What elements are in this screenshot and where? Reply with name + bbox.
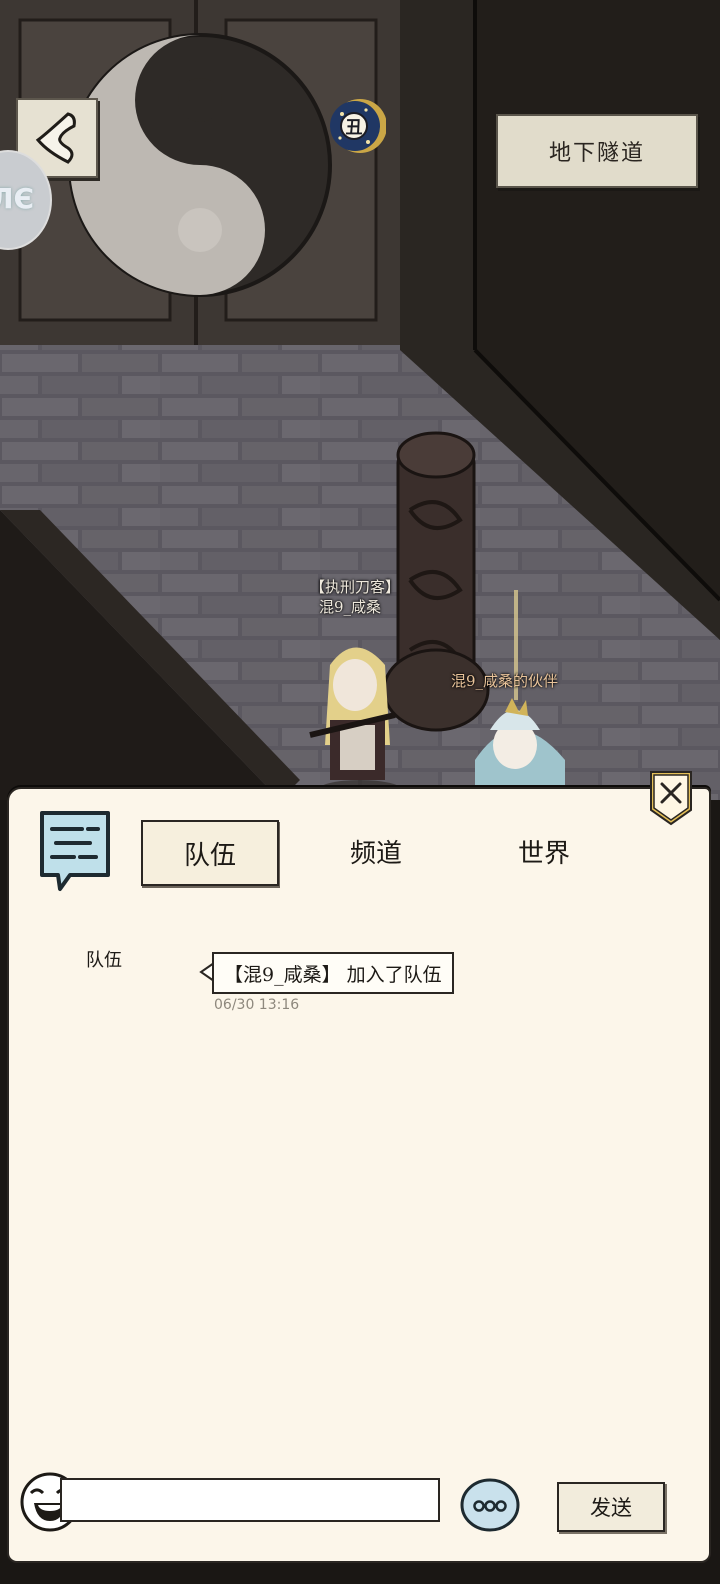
player-name-label: 混9_咸桑 [319,598,382,616]
tab-team[interactable]: 队伍 [141,820,279,886]
chat-panel [7,787,711,1563]
tab-channel[interactable]: 频道 [309,820,443,882]
message-timestamp: 06/30 13:16 [214,997,300,1013]
side-badge-text: ЛЄ [0,182,34,215]
close-button[interactable] [648,770,694,826]
message-bubble: 【混9_咸桑】 加入了队伍 [212,952,454,994]
player-title-label: 【执刑刀客】 [310,578,401,596]
partner-name-label: 混9_咸桑的伙伴 [451,672,559,690]
location-badge: 地下隧道 [496,114,698,188]
tab-world[interactable]: 世界 [477,820,611,882]
more-options-button[interactable] [459,1477,521,1533]
send-button[interactable]: 发送 [557,1482,665,1532]
night-moon-icon: 丑 [330,99,386,153]
time-glyph: 丑 [346,118,363,138]
chat-input[interactable] [60,1478,440,1522]
message-channel-label: 队伍 [86,950,122,971]
yin-yang-emblem [68,33,332,297]
chat-bubble-icon [36,807,114,893]
game-scene: ЛЄ 丑 地下隧道 【执刑刀客】 混9_咸桑 混9_咸桑的伙伴 [0,0,720,800]
close-icon [650,771,692,826]
more-dots-icon [460,1478,520,1532]
time-badge[interactable]: 丑 [330,96,386,156]
